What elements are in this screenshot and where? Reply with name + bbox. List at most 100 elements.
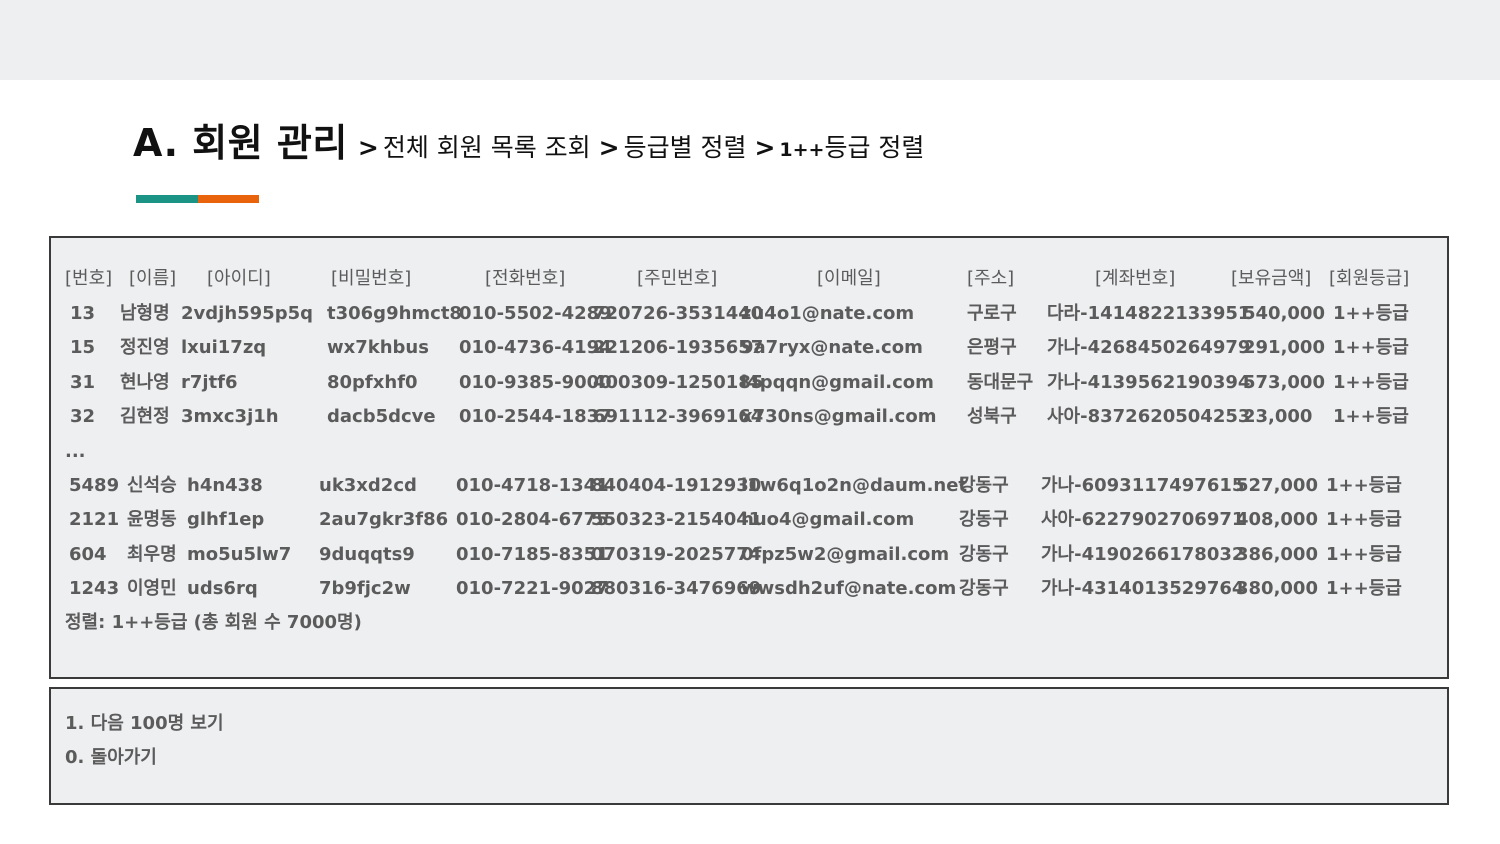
table-cell-password: dacb5dcve (327, 406, 436, 428)
table-cell-balance: 380,000 (1236, 578, 1318, 600)
table-cell-grade: 1++등급 (1326, 509, 1402, 531)
table-cell-no: 15 (70, 337, 96, 359)
table-cell-balance: 527,000 (1236, 475, 1318, 496)
table-cell-rrn: 221206-1935657 (593, 337, 764, 359)
table-cell-name: 최우명 (127, 543, 177, 565)
table-cell-id: lxui17zq (181, 337, 267, 359)
table-cell-email: x730ns@gmail.com (741, 406, 937, 428)
table-cell-id: 3mxc3j1h (181, 406, 279, 428)
table-cell-name: 윤명동 (127, 509, 177, 531)
table-cell-grade: 1++등급 (1326, 475, 1402, 496)
breadcrumb: > 전체 회원 목록 조회 > 등급별 정렬 >1++등급 정렬 (358, 133, 925, 162)
table-cell-rrn: 070319-2025774 (591, 543, 762, 565)
sort-summary: 정렬: 1++등급 (총 회원 수 7000명) (65, 612, 362, 633)
table-cell-email: huo4@gmail.com (741, 509, 915, 531)
table-cell-balance: 291,000 (1243, 337, 1325, 359)
table-cell-rrn: 550323-2154041 (591, 509, 762, 531)
table-cell-address: 강동구 (959, 543, 1009, 565)
table-cell-email: i1w6q1o2n@daum.net (741, 475, 968, 496)
table-cell-email: 9a7ryx@nate.com (741, 337, 923, 359)
table-cell-no: 31 (70, 371, 96, 393)
table-cell-account: 가나-4190266178032 (1041, 543, 1245, 565)
column-header-rrn: [주민번호] (637, 268, 718, 289)
breadcrumb-item-all-members: 전체 회원 목록 조회 (382, 133, 591, 162)
table-cell-password: 7b9fjc2w (319, 578, 411, 600)
table-cell-balance: 540,000 (1243, 303, 1325, 324)
table-cell-phone: 010-9385-9000 (459, 371, 612, 393)
page-title-main: A. 회원 관리 (133, 121, 348, 165)
table-cell-name: 정진영 (120, 337, 170, 359)
column-header-email: [이메일] (817, 268, 881, 289)
column-header-account: [계좌번호] (1095, 268, 1176, 289)
menu-item-back[interactable]: 0. 돌아가기 (65, 746, 157, 770)
breadcrumb-separator: > (754, 133, 776, 162)
table-cell-grade: 1++등급 (1333, 371, 1409, 393)
table-cell-account: 가나-4268450264979 (1047, 337, 1251, 359)
column-header-id: [아이디] (207, 268, 271, 289)
table-cell-account: 사아-8372620504253 (1047, 406, 1251, 428)
accent-teal-segment (136, 195, 198, 203)
table-cell-no: 604 (69, 543, 107, 565)
table-cell-grade: 1++등급 (1326, 543, 1402, 565)
table-cell-phone: 010-4736-4194 (459, 337, 612, 359)
breadcrumb-separator: > (598, 133, 620, 162)
column-header-no: [번호] (65, 268, 113, 289)
table-cell-id: glhf1ep (187, 509, 265, 531)
table-cell-name: 김현정 (120, 406, 170, 428)
column-header-password: [비밀번호] (331, 268, 412, 289)
column-header-phone: [전화번호] (485, 268, 566, 289)
table-cell-balance: 386,000 (1236, 543, 1318, 565)
table-cell-no: 2121 (69, 509, 120, 531)
table-cell-phone: 010-7221-9027 (456, 578, 609, 600)
column-header-address: [주소] (967, 268, 1015, 289)
table-cell-account: 가나-6093117497615 (1041, 475, 1245, 496)
table-cell-account: 가나-4314013529764 (1041, 578, 1245, 600)
table-cell-grade: 1++등급 (1333, 337, 1409, 359)
table-cell-name: 남형명 (120, 303, 170, 324)
table-cell-address: 강동구 (959, 578, 1009, 600)
menu-item-next-100[interactable]: 1. 다음 100명 보기 (65, 712, 224, 736)
top-band (0, 0, 1500, 80)
table-cell-no: 32 (70, 406, 96, 428)
table-cell-phone: 010-2804-6775 (456, 509, 609, 531)
table-cell-account: 사아-6227902706971 (1041, 509, 1245, 531)
table-cell-rrn: 691112-3969164 (593, 406, 764, 428)
table-cell-phone: 010-5502-4289 (459, 303, 612, 324)
table-cell-no: 1243 (69, 578, 120, 600)
table-cell-password: t306g9hmct8 (327, 303, 462, 324)
table-cell-rrn: 720726-3531440 (593, 303, 764, 324)
table-cell-name: 이영민 (127, 578, 177, 600)
table-cell-id: uds6rq (187, 578, 258, 600)
table-cell-rrn: 840404-1912930 (591, 475, 762, 496)
table-cell-grade: 1++등급 (1326, 578, 1402, 600)
table-ellipsis: ... (65, 441, 86, 462)
table-cell-phone: 010-4718-1341 (456, 475, 609, 496)
table-cell-rrn: 400309-1250185 (593, 371, 764, 393)
table-cell-account: 다라-1414822133951 (1047, 303, 1251, 324)
accent-orange-segment (198, 195, 259, 203)
table-cell-address: 은평구 (967, 337, 1017, 359)
column-header-name: [이름] (129, 268, 177, 289)
table-cell-address: 동대문구 (967, 371, 1034, 393)
table-cell-id: 2vdjh595p5q (181, 303, 313, 324)
table-cell-id: mo5u5lw7 (187, 543, 292, 565)
table-cell-email: wwsdh2uf@nate.com (741, 578, 957, 600)
table-cell-name: 신석승 (127, 475, 177, 496)
menu-panel: 1. 다음 100명 보기 0. 돌아가기 (49, 687, 1449, 805)
table-cell-password: uk3xd2cd (319, 475, 417, 496)
table-cell-password: 80pfxhf0 (327, 371, 418, 393)
breadcrumb-separator: > (357, 133, 379, 162)
table-cell-email: 0fpz5w2@gmail.com (741, 543, 950, 565)
table-cell-no: 13 (70, 303, 96, 324)
table-cell-password: 2au7gkr3f86 (319, 509, 449, 531)
table-cell-no: 5489 (69, 475, 120, 496)
table-cell-address: 강동구 (959, 509, 1009, 531)
table-cell-password: 9duqqts9 (319, 543, 415, 565)
table-cell-password: wx7khbus (327, 337, 429, 359)
breadcrumb-item-sort-by-grade: 등급별 정렬 (623, 133, 747, 162)
table-cell-id: r7jtf6 (181, 371, 238, 393)
table-cell-balance: 573,000 (1243, 371, 1325, 393)
page-title: A. 회원 관리 > 전체 회원 목록 조회 > 등급별 정렬 >1++등급 정렬 (133, 112, 924, 168)
table-cell-phone: 010-2544-1837 (459, 406, 612, 428)
table-cell-name: 현나영 (120, 371, 170, 393)
